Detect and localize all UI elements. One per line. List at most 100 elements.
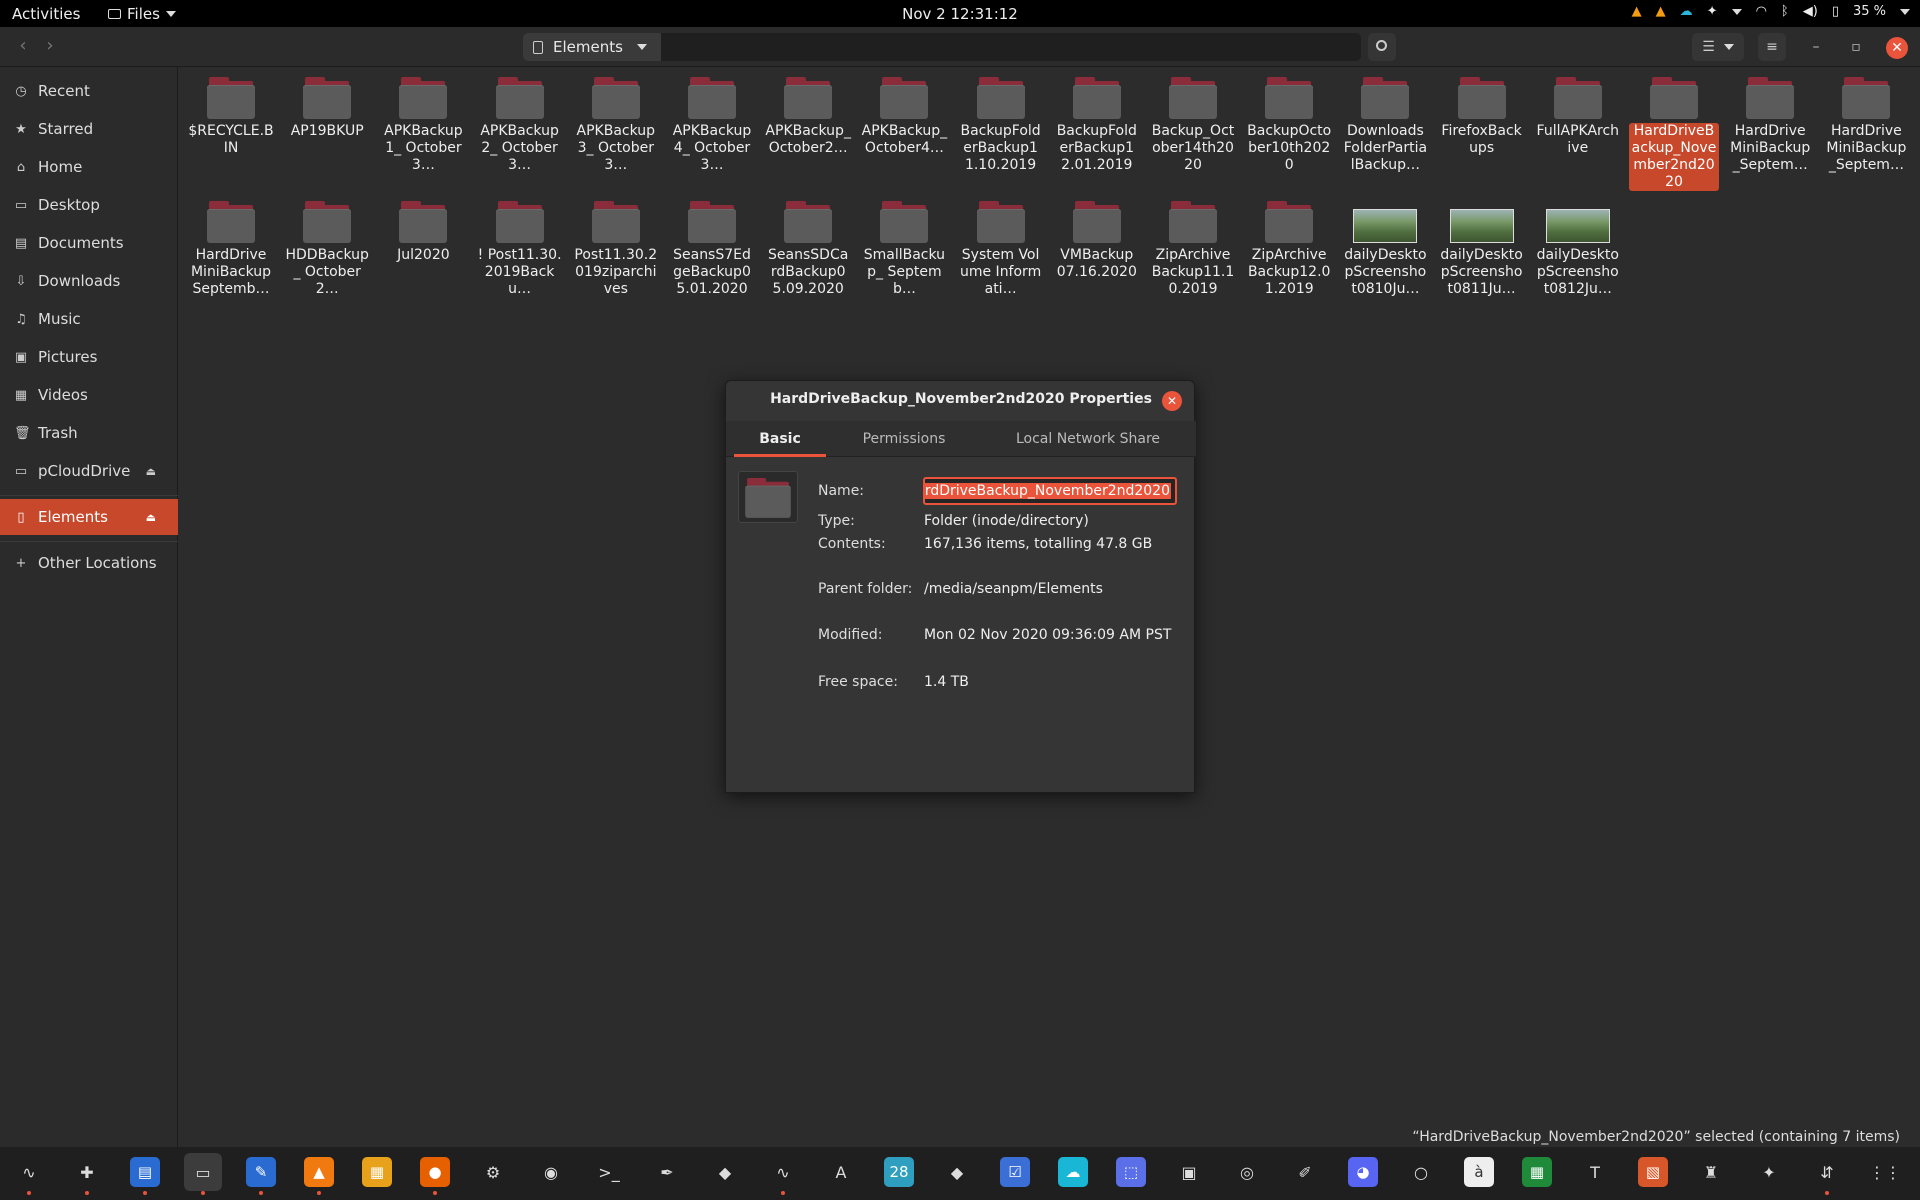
pcloud-icon[interactable]: ☁	[1054, 1153, 1092, 1191]
folder-item[interactable]: $RECYCLE.BIN	[185, 75, 277, 157]
chevron-down-icon[interactable]	[636, 44, 647, 50]
usb-icon[interactable]: ⇵	[1808, 1153, 1846, 1195]
sidebar-item-music[interactable]: ♫ Music	[0, 301, 178, 337]
screenshot-icon[interactable]: ⬚	[1112, 1153, 1150, 1191]
view-toggle-button[interactable]: ☰	[1692, 33, 1744, 61]
sidebar-item-home[interactable]: ⌂ Home	[0, 149, 178, 185]
gimp-icon[interactable]: ✦	[1750, 1153, 1788, 1191]
tab-basic[interactable]: Basic	[734, 421, 826, 457]
folder-item[interactable]: HardDrive MiniBackup _Septem…	[1724, 75, 1816, 174]
sidebar-item-pclouddrive[interactable]: ▭ pCloudDrive ⏏	[0, 453, 178, 489]
image-file-item[interactable]: dailyDesktopScreenshot0811Ju…	[1436, 199, 1528, 298]
folder-item[interactable]: ZipArchive Backup12.01.2019	[1243, 199, 1335, 298]
sidebar-item-documents[interactable]: ▤ Documents	[0, 225, 178, 261]
image-editor-icon[interactable]: ✐	[1286, 1153, 1324, 1191]
virtualbox-icon[interactable]: ▣	[1170, 1153, 1208, 1191]
spreadsheet-icon[interactable]: ▦	[1518, 1153, 1556, 1191]
vlc-icon[interactable]: ▲	[300, 1153, 338, 1195]
todo-icon[interactable]: ☑	[996, 1153, 1034, 1191]
image-viewer-icon[interactable]: ◉	[532, 1153, 570, 1191]
folder-item[interactable]: APKBackup2_ October3…	[474, 75, 566, 174]
sidebar-item-desktop[interactable]: ▭ Desktop	[0, 187, 178, 223]
folder-item[interactable]: BackupFolderBackup12.01.2019	[1051, 75, 1143, 174]
search-button[interactable]	[1368, 33, 1396, 61]
settings-icon[interactable]: ⚙	[474, 1153, 512, 1191]
folder-item[interactable]: SeansS7EdgeBackup05.01.2020	[666, 199, 758, 298]
inkscape-icon[interactable]: ✒	[648, 1153, 686, 1191]
battery-percent[interactable]: 35 %	[1853, 4, 1886, 19]
calendar-icon[interactable]: 28	[880, 1153, 918, 1191]
game-icon[interactable]: ♜	[1692, 1153, 1730, 1191]
text-editor-icon[interactable]: ✎	[242, 1153, 280, 1195]
folder-item[interactable]: HDDBackup _ October2…	[281, 199, 373, 298]
name-field[interactable]: irdDriveBackup_November2nd2020	[923, 477, 1177, 505]
sidebar-item-trash[interactable]: 🗑 Trash	[0, 415, 178, 451]
magnifier-icon[interactable]: ○	[1402, 1153, 1440, 1191]
sidebar-item-elements[interactable]: ▯ Elements ⏏	[0, 499, 178, 535]
volume-icon[interactable]: ◀)	[1803, 4, 1818, 19]
sidebar-item-videos[interactable]: ▦ Videos	[0, 377, 178, 413]
minimize-button[interactable]: –	[1806, 37, 1826, 57]
folder-item[interactable]: FullAPKArchive	[1532, 75, 1624, 157]
sidebar-item-downloads[interactable]: ⇩ Downloads	[0, 263, 178, 299]
app-grid-icon[interactable]: ⋮⋮	[1866, 1153, 1904, 1191]
sidebar-item-other-locations[interactable]: + Other Locations	[0, 545, 178, 581]
folder-item[interactable]: APKBackup1_ October3…	[377, 75, 469, 174]
presentation-icon[interactable]: ▧	[1634, 1153, 1672, 1191]
typora-icon[interactable]: T	[1576, 1153, 1614, 1191]
bluetooth-icon[interactable]: ᛒ	[1781, 4, 1789, 19]
sidebar-item-pictures[interactable]: ▣ Pictures	[0, 339, 178, 375]
chevron-down-icon[interactable]	[1900, 8, 1910, 15]
folder-item[interactable]: AP19BKUP	[281, 75, 373, 140]
folder-item[interactable]: APKBackup3_ October3…	[570, 75, 662, 174]
folder-item[interactable]: System Volume Informati…	[955, 199, 1047, 298]
terminal-icon[interactable]: >_	[590, 1153, 628, 1191]
folder-item[interactable]: HardDrive MiniBackup Septemb…	[185, 199, 277, 298]
calculator-icon[interactable]: ▦	[358, 1153, 396, 1191]
folder-item[interactable]: HardDrive MiniBackup _Septem…	[1820, 75, 1912, 174]
folder-item[interactable]: BackupOctober10th2020	[1243, 75, 1335, 174]
text-document-icon[interactable]: ▤	[126, 1153, 164, 1195]
system-monitor-icon[interactable]: ∿	[10, 1153, 48, 1195]
close-button[interactable]: ✕	[1886, 37, 1908, 59]
software-icon[interactable]: A	[822, 1153, 860, 1191]
puzzle-icon[interactable]: ✚	[68, 1153, 106, 1195]
back-button[interactable]: ‹	[10, 35, 36, 59]
folder-item[interactable]: APKBackup_ October4…	[858, 75, 950, 157]
forward-button[interactable]: ›	[37, 35, 63, 59]
app-icon[interactable]: ◆	[938, 1153, 976, 1191]
accessibility-icon[interactable]: ✦	[1707, 4, 1718, 19]
folder-item[interactable]: VMBackup 07.16.2020	[1051, 199, 1143, 281]
app-menu[interactable]: Files	[108, 5, 176, 23]
tab-local-network-share[interactable]: Local Network Share	[988, 421, 1188, 457]
system-tray[interactable]: ▲ ▲ ☁ ✦ ◠ ᛒ ◀) ▯ 35 %	[1632, 4, 1910, 19]
folder-item[interactable]: APKBackup_ October2…	[762, 75, 854, 157]
files-icon[interactable]: ▭	[184, 1153, 222, 1195]
discord-icon[interactable]: ◕	[1344, 1153, 1382, 1191]
folder-item[interactable]: Downloads FolderPartialBackup…	[1339, 75, 1431, 174]
sidebar-item-recent[interactable]: ◷ Recent	[0, 73, 178, 109]
tab-permissions[interactable]: Permissions	[838, 421, 970, 457]
folder-item[interactable]: BackupFolderBackup11.10.2019	[955, 75, 1047, 174]
image-file-item[interactable]: dailyDesktopScreenshot0810Ju…	[1339, 199, 1431, 298]
font-icon[interactable]: à	[1460, 1153, 1498, 1191]
folder-item[interactable]: HardDriveBackup_November2nd2020	[1628, 75, 1720, 191]
folder-item[interactable]: APKBackup4_ October3…	[666, 75, 758, 174]
battery-icon[interactable]: ▯	[1832, 4, 1839, 19]
menu-button[interactable]: ≡	[1758, 33, 1786, 61]
activities-button[interactable]: Activities	[12, 5, 80, 23]
chevron-down-icon[interactable]	[1731, 8, 1742, 15]
sidebar-item-starred[interactable]: ★ Starred	[0, 111, 178, 147]
folder-item[interactable]: FirefoxBackups	[1436, 75, 1528, 157]
firefox-icon[interactable]: ●	[416, 1153, 454, 1195]
folder-item[interactable]: SmallBackup_ Septemb…	[858, 199, 950, 298]
eject-icon[interactable]: ⏏	[146, 465, 156, 478]
folder-item[interactable]: Jul2020	[377, 199, 469, 264]
folder-item[interactable]: Post11.30.2019ziparchives	[570, 199, 662, 298]
vlc-tray-icon-2[interactable]: ▲	[1656, 4, 1666, 19]
blender-icon[interactable]: ◎	[1228, 1153, 1266, 1191]
folder-item[interactable]: ! Post11.30.2019Backu…	[474, 199, 566, 298]
folder-item[interactable]: SeansSDCardBackup05.09.2020	[762, 199, 854, 298]
vlc-tray-icon[interactable]: ▲	[1632, 4, 1642, 19]
image-file-item[interactable]: dailyDesktopScreenshot0812Ju…	[1532, 199, 1624, 298]
